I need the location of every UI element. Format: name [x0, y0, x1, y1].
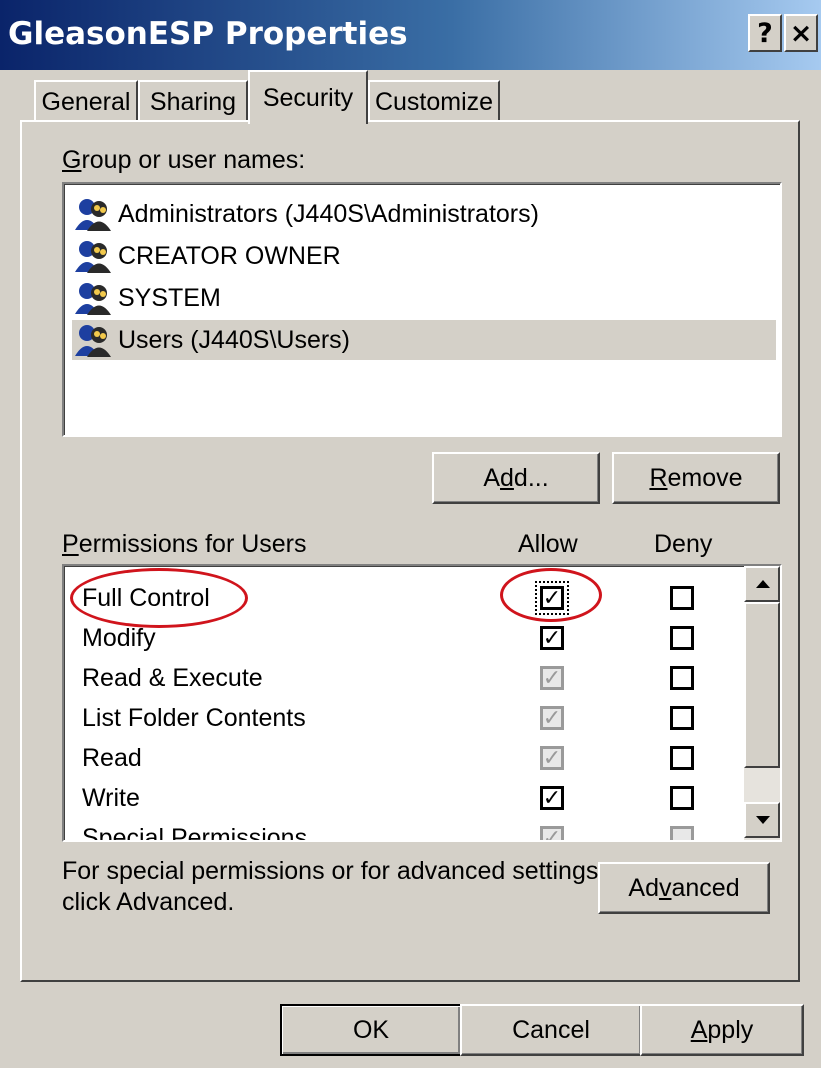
permission-name: Special Permissions: [82, 824, 308, 842]
advanced-button[interactable]: Advanced: [598, 862, 770, 914]
user-name: Users (J440S\Users): [118, 325, 350, 354]
permission-name: Read & Execute: [82, 664, 263, 692]
deny-column-header: Deny: [654, 530, 713, 558]
scroll-up-button[interactable]: [744, 566, 780, 602]
read-allow-checkbox: ✓: [540, 746, 564, 770]
full-control-allow-checkbox[interactable]: ✓: [535, 581, 569, 615]
read-execute-deny-checkbox[interactable]: [670, 666, 694, 690]
permission-row-read-execute: Read & Execute ✓: [64, 658, 744, 698]
apply-button-label: Apply: [690, 1015, 754, 1044]
remove-button-label: Remove: [649, 463, 743, 492]
arrow-up-icon: [756, 580, 770, 588]
permission-name: Full Control: [82, 584, 210, 612]
permission-row-special-permissions: Special Permissions ✓: [64, 818, 744, 842]
help-icon: ?: [757, 17, 773, 49]
cancel-button-label: Cancel: [512, 1015, 590, 1044]
write-deny-checkbox[interactable]: [670, 786, 694, 810]
window-title: GleasonESP Properties: [8, 16, 408, 52]
tab-customize[interactable]: Customize: [368, 80, 500, 122]
properties-dialog: GleasonESP Properties ? × General Sharin…: [0, 0, 821, 1068]
user-group-icon: [75, 241, 111, 273]
tab-customize-label: Customize: [374, 87, 494, 116]
check-icon: ✓: [542, 785, 562, 810]
tab-general[interactable]: General: [34, 80, 138, 122]
check-icon: ✓: [542, 585, 562, 610]
permission-name: Read: [82, 744, 142, 772]
tab-sharing[interactable]: Sharing: [138, 80, 248, 122]
close-button[interactable]: ×: [784, 14, 818, 52]
advanced-button-label: Advanced: [628, 873, 740, 902]
check-icon: ✓: [542, 665, 562, 690]
permission-name: Modify: [82, 624, 156, 652]
cancel-button[interactable]: Cancel: [460, 1004, 642, 1056]
help-button[interactable]: ?: [748, 14, 782, 52]
user-group-icon: [75, 283, 111, 315]
remove-button[interactable]: Remove: [612, 452, 780, 504]
check-icon: ✓: [542, 705, 562, 730]
user-name: CREATOR OWNER: [118, 241, 341, 270]
permission-row-list-folder-contents: List Folder Contents ✓: [64, 698, 744, 738]
permission-row-modify: Modify ✓: [64, 618, 744, 658]
add-button[interactable]: Add...: [432, 452, 600, 504]
special-deny-checkbox: [670, 826, 694, 840]
tab-security-label: Security: [262, 83, 354, 112]
scroll-thumb[interactable]: [744, 602, 780, 768]
user-name: Administrators (J440S\Administrators): [118, 199, 539, 228]
list-item-system[interactable]: SYSTEM: [72, 278, 776, 318]
permissions-scrollbar[interactable]: [744, 566, 780, 840]
ok-button-label: OK: [352, 1015, 390, 1044]
close-icon: ×: [789, 17, 813, 49]
list-item-users[interactable]: Users (J440S\Users): [72, 320, 776, 360]
arrow-down-icon: [756, 816, 770, 824]
allow-column-header: Allow: [518, 530, 578, 558]
list-item-creator-owner[interactable]: CREATOR OWNER: [72, 236, 776, 276]
group-user-names-label: Group or user names:: [62, 146, 306, 174]
tab-general-label: General: [41, 87, 131, 116]
modify-deny-checkbox[interactable]: [670, 626, 694, 650]
permission-row-read: Read ✓: [64, 738, 744, 778]
add-button-label: Add...: [483, 463, 549, 492]
permission-row-write: Write ✓: [64, 778, 744, 818]
check-icon: ✓: [542, 625, 562, 650]
check-icon: ✓: [542, 745, 562, 770]
advanced-note: For special permissions or for advanced …: [62, 857, 606, 916]
ok-button[interactable]: OK: [280, 1004, 462, 1056]
read-deny-checkbox[interactable]: [670, 746, 694, 770]
user-group-icon: [75, 199, 111, 231]
permissions-list: Full Control ✓ Modify ✓ Read & Execute ✓…: [62, 564, 782, 842]
check-icon: ✓: [542, 825, 562, 842]
permissions-label: Permissions for Users: [62, 530, 307, 558]
group-user-list[interactable]: Administrators (J440S\Administrators) CR…: [62, 182, 782, 437]
user-group-icon: [75, 325, 111, 357]
permission-name: List Folder Contents: [82, 704, 306, 732]
scroll-down-button[interactable]: [744, 802, 780, 838]
apply-button[interactable]: Apply: [640, 1004, 804, 1056]
user-name: SYSTEM: [118, 283, 221, 312]
modify-allow-checkbox[interactable]: ✓: [540, 626, 564, 650]
permission-name: Write: [82, 784, 140, 812]
title-bar: GleasonESP Properties ? ×: [0, 0, 821, 70]
full-control-deny-checkbox[interactable]: [670, 586, 694, 610]
list-item-administrators[interactable]: Administrators (J440S\Administrators): [72, 194, 776, 234]
permission-row-full-control: Full Control ✓: [64, 578, 744, 618]
tab-security[interactable]: Security: [248, 70, 368, 124]
write-allow-checkbox[interactable]: ✓: [540, 786, 564, 810]
list-folder-allow-checkbox: ✓: [540, 706, 564, 730]
special-allow-checkbox: ✓: [540, 825, 564, 842]
tab-sharing-label: Sharing: [149, 87, 237, 116]
read-execute-allow-checkbox: ✓: [540, 666, 564, 690]
list-folder-deny-checkbox[interactable]: [670, 706, 694, 730]
